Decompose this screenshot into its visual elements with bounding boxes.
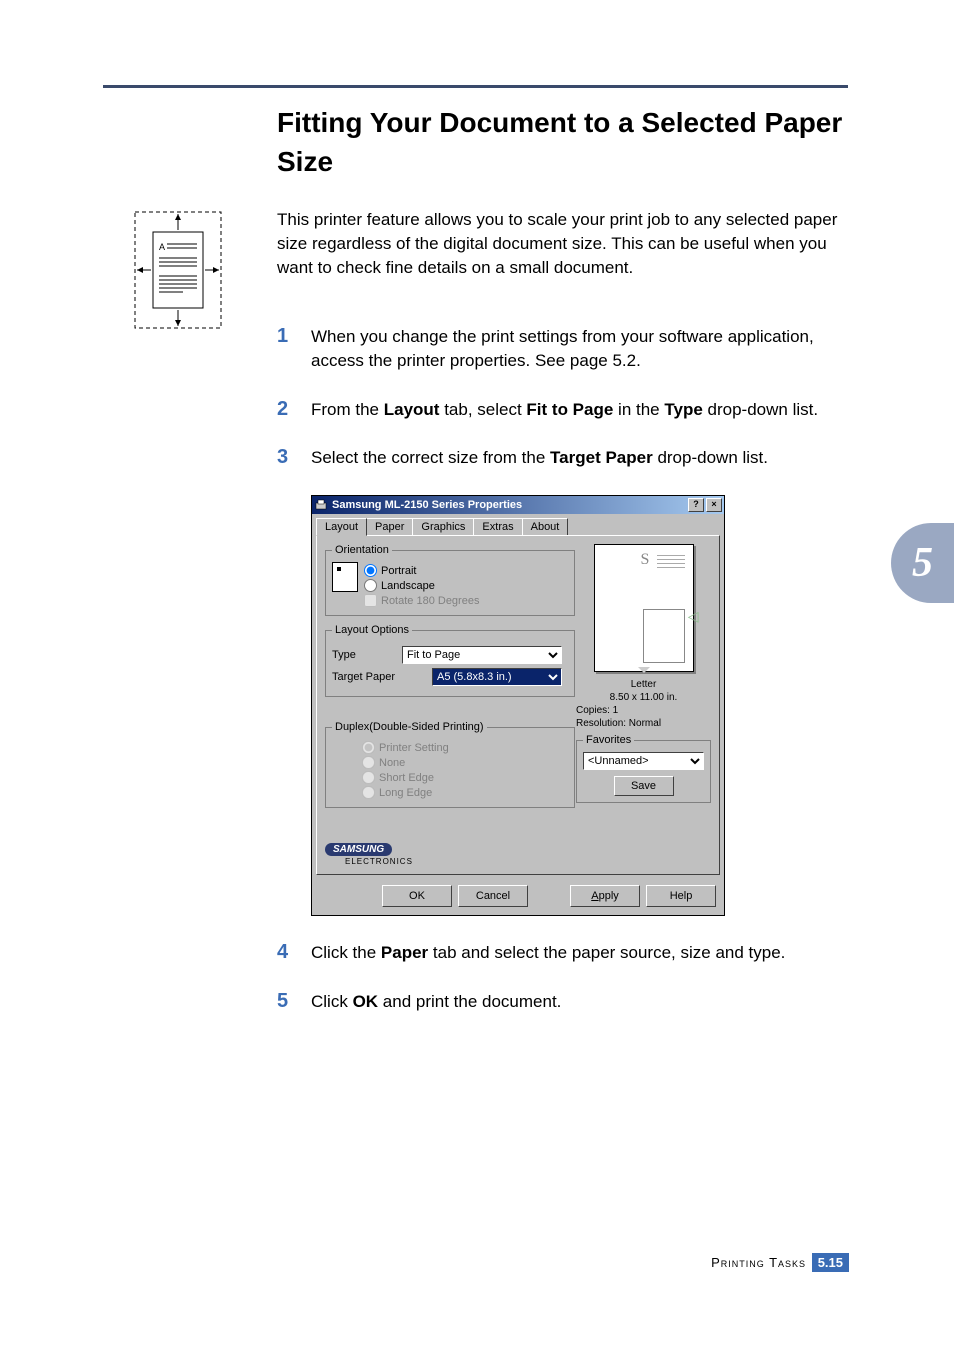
dialog-help-button[interactable]: ?	[688, 498, 704, 512]
target-paper-label: Target Paper	[332, 671, 402, 683]
step-number: 3	[277, 446, 311, 470]
preview-page-graphic: S ◁	[594, 544, 694, 672]
preview-info: Letter 8.50 x 11.00 in. Copies: 1 Resolu…	[576, 678, 711, 730]
chapter-number: 5	[912, 539, 933, 587]
layout-tab-panel: Orientation Portrait Landscape Rotate 18…	[316, 535, 720, 875]
ok-button[interactable]: OK	[382, 885, 452, 907]
tab-layout[interactable]: Layout	[316, 518, 367, 536]
help-button[interactable]: Help	[646, 885, 716, 907]
printer-icon	[314, 498, 328, 512]
step-number: 2	[277, 398, 311, 422]
favorites-select[interactable]: <Unnamed>	[583, 752, 704, 770]
duplex-none-radio	[362, 756, 375, 769]
step-4-text: Click the Paper tab and select the paper…	[311, 941, 785, 965]
dialog-titlebar[interactable]: Samsung ML-2150 Series Properties ? ×	[312, 496, 724, 514]
printer-properties-dialog: Samsung ML-2150 Series Properties ? × La…	[311, 495, 725, 916]
favorites-group: Favorites <Unnamed> Save	[576, 734, 711, 803]
orientation-group: Orientation Portrait Landscape Rotate 18…	[325, 544, 575, 616]
cancel-button[interactable]: Cancel	[458, 885, 528, 907]
layout-options-legend: Layout Options	[332, 624, 412, 636]
step-number: 1	[277, 325, 311, 373]
apply-button[interactable]: Apply	[570, 885, 640, 907]
layout-options-group: Layout Options Type Fit to Page Target P…	[325, 624, 575, 697]
step-1-text: When you change the print settings from …	[311, 325, 852, 373]
tab-paper[interactable]: Paper	[366, 518, 413, 535]
duplex-short-edge-radio	[362, 771, 375, 784]
page-footer: Printing Tasks 5.15	[0, 1253, 954, 1272]
step-number: 4	[277, 941, 311, 965]
type-label: Type	[332, 649, 402, 661]
duplex-long-edge-radio	[362, 786, 375, 799]
step-2-text: From the Layout tab, select Fit to Page …	[311, 398, 818, 422]
diagram-letter: A	[159, 242, 165, 252]
duplex-printer-setting-radio	[362, 741, 375, 754]
dialog-button-row: OK Cancel Apply Help	[312, 879, 724, 915]
duplex-legend: Duplex(Double-Sided Printing)	[332, 721, 487, 733]
type-select[interactable]: Fit to Page	[402, 646, 562, 664]
orientation-icon	[332, 562, 358, 592]
footer-chapter-chip: 5.15	[812, 1253, 849, 1272]
orientation-legend: Orientation	[332, 544, 392, 556]
dialog-close-button[interactable]: ×	[706, 498, 722, 512]
target-paper-select[interactable]: A5 (5.8x8.3 in.)	[432, 668, 562, 686]
preview-panel: S ◁ Letter 8.50 x 11.00 in. Copies: 1 Re…	[576, 544, 711, 730]
step-number: 5	[277, 990, 311, 1014]
intro-paragraph: This printer feature allows you to scale…	[277, 208, 852, 279]
samsung-logo: SAMSUNG ELECTRONICS	[325, 843, 413, 866]
top-divider	[103, 85, 848, 88]
favorites-legend: Favorites	[583, 734, 634, 746]
tab-extras[interactable]: Extras	[473, 518, 522, 535]
page-heading: Fitting Your Document to a Selected Pape…	[277, 103, 852, 181]
fit-to-page-diagram: A	[133, 210, 223, 330]
landscape-label: Landscape	[381, 580, 435, 592]
duplex-group: Duplex(Double-Sided Printing) Printer Se…	[325, 721, 575, 808]
favorites-save-button[interactable]: Save	[614, 776, 674, 796]
step-5-text: Click OK and print the document.	[311, 990, 561, 1014]
step-3-text: Select the correct size from the Target …	[311, 446, 768, 470]
rotate-label: Rotate 180 Degrees	[381, 595, 479, 607]
tab-graphics[interactable]: Graphics	[412, 518, 474, 535]
portrait-radio[interactable]	[364, 564, 377, 577]
portrait-label: Portrait	[381, 565, 416, 577]
landscape-radio[interactable]	[364, 579, 377, 592]
dialog-tabs: Layout Paper Graphics Extras About	[312, 514, 724, 535]
tab-about[interactable]: About	[522, 518, 569, 535]
rotate-checkbox	[364, 594, 377, 607]
footer-section-label: Printing Tasks	[711, 1255, 806, 1270]
dialog-title: Samsung ML-2150 Series Properties	[332, 499, 686, 511]
chapter-thumb-tab: 5	[891, 523, 954, 603]
